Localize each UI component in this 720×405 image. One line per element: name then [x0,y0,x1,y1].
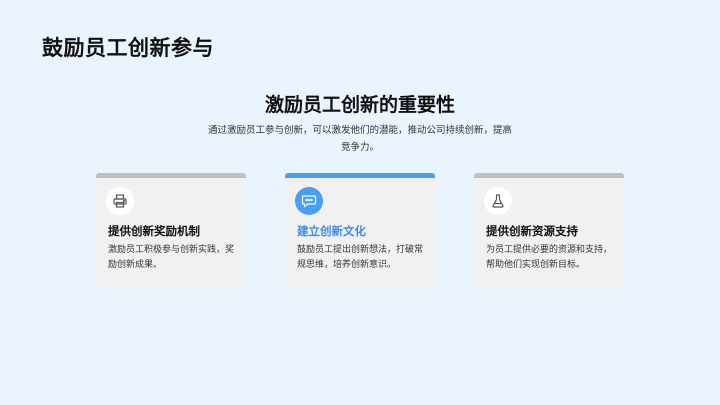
card-description: 激励员工积极参与创新实践，奖励创新成果。 [108,245,235,270]
card-innovation-culture: 建立创新文化 鼓励员工提出创新想法，打破常规思维，培养创新意识。 [285,173,435,289]
card-top-bar [474,173,624,178]
card-title: 提供创新资源支持 [486,224,578,238]
card-title: 提供创新奖励机制 [108,224,200,238]
section-heading: 激励员工创新的重要性 [264,94,455,116]
card-description: 为员工提供必要的资源和支持，帮助他们实现创新目标。 [486,245,613,270]
card-description: 鼓励员工提出创新想法，打破常规思维，培养创新意识。 [297,245,424,270]
printer-icon [106,187,134,215]
slide-title: 鼓励员工创新参与 [42,36,214,60]
card-resource-support: 提供创新资源支持 为员工提供必要的资源和支持，帮助他们实现创新目标。 [474,173,624,289]
card-top-bar [285,173,435,178]
section-subtitle: 通过激励员工参与创新，可以激发他们的潜能，推动公司持续创新，提高竞争力。 [207,125,512,153]
flask-icon [484,187,512,215]
card-title: 建立创新文化 [297,224,366,238]
chat-bubble-icon [295,187,323,215]
card-top-bar [96,173,246,178]
card-reward-mechanism: 提供创新奖励机制 激励员工积极参与创新实践，奖励创新成果。 [96,173,246,289]
